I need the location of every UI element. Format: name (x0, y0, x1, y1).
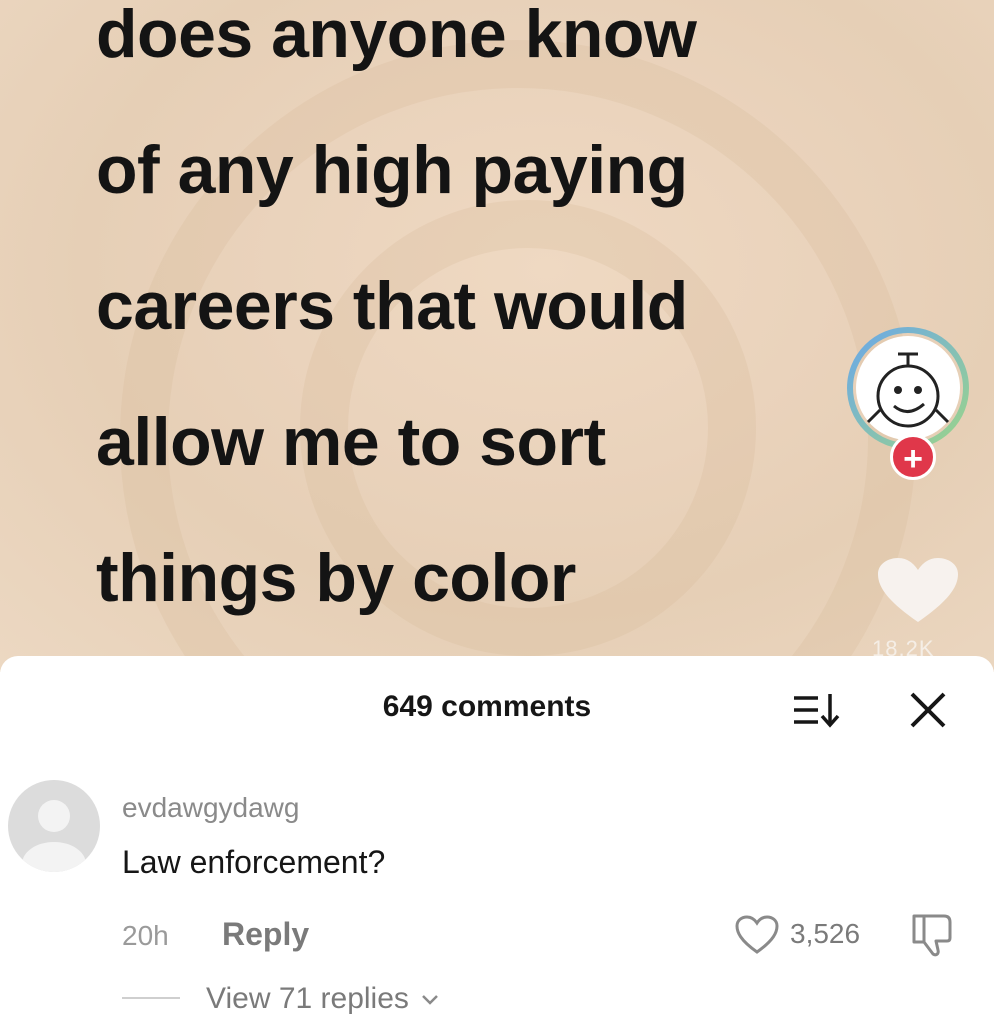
heart-icon[interactable] (876, 556, 960, 626)
chevron-down-icon (422, 995, 439, 1005)
sort-icon[interactable] (792, 690, 840, 730)
creator-avatar[interactable] (846, 326, 970, 450)
dislike-icon[interactable] (908, 912, 958, 958)
avatar[interactable] (8, 780, 100, 872)
caption-line: careers that would (96, 268, 688, 344)
caption-line: allow me to sort (96, 404, 606, 480)
comment-like-count: 3,526 (790, 918, 861, 949)
caption-line: things by color (96, 540, 576, 616)
video-caption: does anyone know of any high paying care… (96, 0, 697, 646)
caption-line: does anyone know (96, 0, 697, 72)
view-replies-label: View 71 replies (206, 982, 409, 1015)
follow-button[interactable]: + (890, 434, 936, 480)
video-frame[interactable]: does anyone know of any high paying care… (0, 0, 994, 672)
replies-divider (122, 997, 180, 999)
reply-button[interactable]: Reply (222, 916, 309, 953)
default-avatar-icon (22, 800, 86, 872)
view-replies-button[interactable]: View 71 replies (206, 982, 439, 1016)
comment-username[interactable]: evdawgydawg (122, 792, 299, 824)
comment-text: Law enforcement? (122, 844, 386, 880)
close-icon[interactable] (906, 688, 950, 732)
comment-timestamp: 20h (122, 920, 169, 951)
heart-icon[interactable] (734, 914, 780, 956)
caption-line: of any high paying (96, 132, 688, 208)
